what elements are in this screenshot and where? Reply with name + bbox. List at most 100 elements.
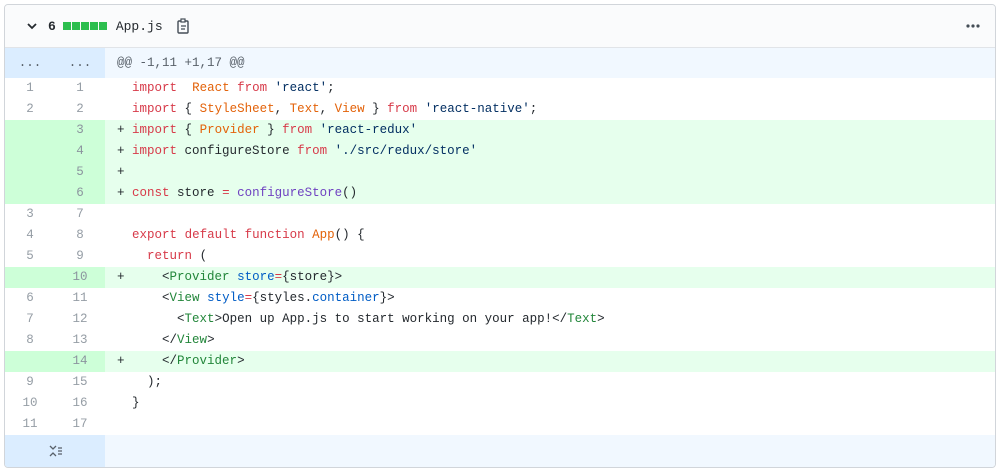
diffstat-added-block [80, 22, 89, 30]
code-token: from [297, 144, 328, 158]
new-line-number[interactable]: 3 [55, 120, 105, 141]
code-token: = [244, 291, 253, 305]
old-line-number[interactable]: 2 [5, 99, 55, 120]
diff-sign [117, 291, 125, 305]
diff-sign [117, 81, 125, 95]
diffstat-added-block [62, 22, 71, 30]
old-line-number[interactable]: 9 [5, 372, 55, 393]
new-line-number[interactable]: 8 [55, 225, 105, 246]
new-line-number[interactable]: 14 [55, 351, 105, 372]
new-line-number[interactable]: 4 [55, 141, 105, 162]
diff-sign [117, 207, 125, 221]
code-token: from [387, 102, 418, 116]
code-token: { [177, 123, 200, 137]
code-line: + import configureStore from './src/redu… [105, 141, 995, 162]
new-line-number[interactable]: 15 [55, 372, 105, 393]
diff-line-context: 11 17 [5, 414, 995, 435]
code-token: container [312, 291, 380, 305]
file-name-link[interactable]: App.js [116, 19, 163, 34]
old-line-number[interactable] [5, 120, 55, 141]
old-line-number[interactable]: 11 [5, 414, 55, 435]
old-line-number[interactable] [5, 351, 55, 372]
old-line-number[interactable]: 5 [5, 246, 55, 267]
code-token: return [147, 249, 193, 263]
old-line-number[interactable] [5, 162, 55, 183]
old-line-number[interactable]: 7 [5, 309, 55, 330]
code-token: () { [334, 228, 365, 242]
new-line-number[interactable]: 17 [55, 414, 105, 435]
old-line-number[interactable] [5, 141, 55, 162]
code-token: { [177, 102, 200, 116]
diff-line-context: 7 12 <Text>Open up App.js to start workin… [5, 309, 995, 330]
diff-line-context: 11 import React from 'react'; [5, 78, 995, 99]
code-token: = [222, 186, 230, 200]
diff-sign: + [117, 123, 125, 137]
code-token: App [312, 228, 335, 242]
diff-line-added: 4 + import configureStore from './src/red… [5, 141, 995, 162]
old-line-number[interactable]: 8 [5, 330, 55, 351]
code-token: </ [132, 333, 178, 347]
code-token: 'react-redux' [319, 123, 418, 137]
diff-line-context: 48 export default function App() { [5, 225, 995, 246]
clipboard-icon[interactable] [175, 18, 191, 34]
old-line-number[interactable]: 10 [5, 393, 55, 414]
code-token: import [132, 81, 178, 95]
hunk-new-marker[interactable]: ... [55, 48, 105, 78]
new-line-number[interactable]: 7 [55, 204, 105, 225]
new-line-number[interactable]: 10 [55, 267, 105, 288]
diff-line-context: 37 [5, 204, 995, 225]
kebab-icon[interactable] [965, 18, 981, 34]
code-token: View [177, 333, 208, 347]
chevron-down-icon[interactable] [26, 20, 38, 32]
new-line-number[interactable]: 1 [55, 78, 105, 99]
code-token: ; [529, 102, 538, 116]
diff-sign [117, 396, 125, 410]
code-token: store [237, 270, 275, 284]
code-token: './src/redux/store' [334, 144, 478, 158]
code-token: } [132, 396, 140, 410]
new-line-number[interactable]: 5 [55, 162, 105, 183]
diffstat-added-block [98, 22, 107, 30]
code-line: + </Provider> [105, 351, 995, 372]
old-line-number[interactable]: 1 [5, 78, 55, 99]
code-token: < [132, 312, 185, 326]
code-line: ); [105, 372, 995, 393]
code-token: }> [379, 291, 395, 305]
code-token: configureStore [177, 144, 298, 158]
old-line-number[interactable] [5, 183, 55, 204]
old-line-number[interactable]: 6 [5, 288, 55, 309]
new-line-number[interactable]: 11 [55, 288, 105, 309]
diff-sign: + [117, 270, 125, 284]
code-token: > [237, 354, 245, 368]
new-line-number[interactable]: 2 [55, 99, 105, 120]
code-line: import { StyleSheet, Text, View } from '… [105, 99, 995, 120]
code-line: + <Provider store={store}> [105, 267, 995, 288]
code-token: , [319, 102, 335, 116]
old-line-number[interactable] [5, 267, 55, 288]
diff-sign: + [117, 354, 125, 368]
new-line-number[interactable]: 6 [55, 183, 105, 204]
diff-line-added: 14 + </Provider> [5, 351, 995, 372]
new-line-number[interactable]: 13 [55, 330, 105, 351]
diffstat-added-block [89, 22, 98, 30]
old-line-number[interactable]: 4 [5, 225, 55, 246]
unfold-icon[interactable] [5, 435, 105, 467]
hunk-text: @@ -1,11 +1,17 @@ [117, 56, 245, 70]
old-line-number[interactable]: 3 [5, 204, 55, 225]
hunk-old-marker[interactable]: ... [5, 48, 55, 78]
code-token: , [274, 102, 290, 116]
new-line-number[interactable]: 9 [55, 246, 105, 267]
code-token: Provider [177, 354, 238, 368]
code-token: Provider [169, 270, 230, 284]
code-token: {styles. [252, 291, 313, 305]
code-line: import React from 'react'; [105, 78, 995, 99]
new-line-number[interactable]: 12 [55, 309, 105, 330]
code-token: from [237, 81, 268, 95]
new-line-number[interactable]: 16 [55, 393, 105, 414]
